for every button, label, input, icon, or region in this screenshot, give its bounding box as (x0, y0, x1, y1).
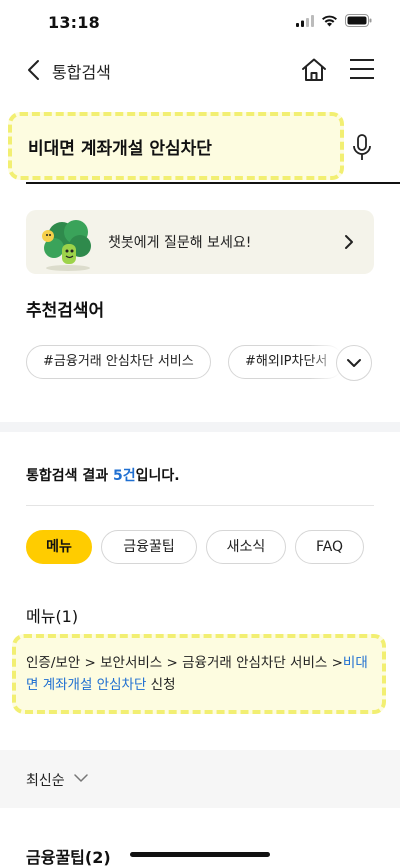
expand-tags-button[interactable] (336, 345, 372, 381)
menu-section-title: 메뉴(1) (26, 607, 79, 626)
section-divider (0, 422, 400, 432)
chevron-down-icon[interactable] (74, 773, 88, 783)
chevron-down-icon (347, 359, 361, 367)
summary-suffix: 입니다. (135, 468, 180, 484)
filter-chip-faq[interactable]: FAQ (295, 530, 364, 564)
home-icon[interactable] (300, 56, 328, 84)
tips-section-title: 금융꿀팁(2) (26, 848, 111, 866)
search-field[interactable]: 비대면 계좌개설 안심차단 (0, 110, 400, 186)
menu-result-path[interactable]: 인증/보안 > 보안서비스 > 금융거래 안심차단 서비스 >비대면 계좌개설 … (26, 652, 376, 696)
summary-prefix: 통합검색 결과 (26, 468, 114, 484)
recommended-tags: #금융거래 안심차단 서비스 #해외IP차단서 (26, 345, 340, 381)
search-underline (26, 182, 400, 184)
chatbot-character-icon (42, 220, 91, 271)
app-header: 통합검색 (0, 46, 400, 94)
mic-icon[interactable] (352, 134, 372, 162)
chatbot-banner[interactable]: 챗봇에게 질문해 보세요! (26, 210, 374, 274)
filter-chip-news[interactable]: 새소식 (206, 530, 286, 564)
menu-result-item[interactable]: 인증/보안 > 보안서비스 > 금융거래 안심차단 서비스 >비대면 계좌개설 … (12, 634, 386, 714)
result-summary: 통합검색 결과 5건입니다. (26, 465, 180, 485)
sort-bar: 최신순 (0, 750, 400, 808)
status-icons (296, 14, 372, 27)
status-bar: 13:18 (0, 0, 400, 46)
battery-icon (345, 14, 372, 27)
page-title: 통합검색 (52, 63, 111, 82)
signal-icon (296, 14, 314, 27)
summary-divider (26, 505, 374, 506)
filter-chip-menu[interactable]: 메뉴 (26, 530, 92, 564)
hamburger-icon[interactable] (350, 58, 374, 80)
home-indicator (130, 852, 270, 857)
status-time: 13:18 (48, 13, 100, 32)
back-arrow-icon[interactable] (24, 58, 44, 82)
result-count: 5건 (113, 468, 136, 484)
recommended-tag[interactable]: #금융거래 안심차단 서비스 (26, 345, 211, 379)
filter-chip-tips[interactable]: 금융꿀팁 (101, 530, 197, 564)
search-input[interactable]: 비대면 계좌개설 안심차단 (28, 134, 212, 159)
sort-dropdown[interactable]: 최신순 (26, 770, 65, 790)
wifi-icon (322, 15, 337, 26)
result-suffix: 신청 (146, 677, 176, 693)
breadcrumb-path: 인증/보안 > 보안서비스 > 금융거래 안심차단 서비스 > (26, 655, 343, 671)
chevron-right-icon (345, 235, 353, 249)
recommended-title: 추천검색어 (26, 301, 105, 321)
chatbot-prompt: 챗봇에게 질문해 보세요! (108, 235, 252, 251)
